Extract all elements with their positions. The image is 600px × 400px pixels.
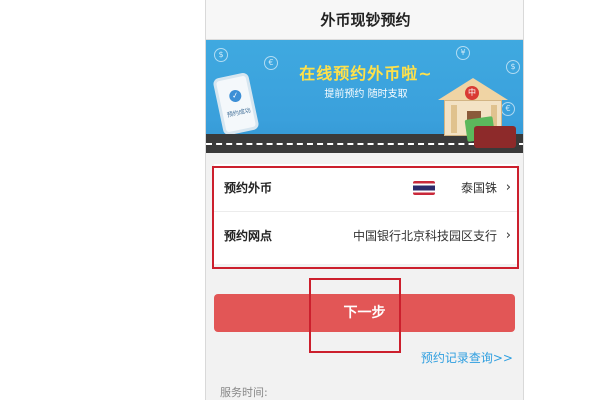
currency-label: 预约外币	[224, 181, 273, 195]
chevron-right-icon: ›	[505, 180, 511, 195]
currency-row[interactable]: 预约外币 泰国铢 ›	[214, 164, 517, 212]
coin-icon: ¥	[456, 46, 470, 60]
branch-label: 预约网点	[224, 229, 273, 243]
next-step-button[interactable]: 下一步	[214, 294, 515, 332]
currency-value: 泰国铢	[460, 181, 497, 195]
reservation-records-link[interactable]: 预约记录查询>>	[421, 349, 513, 366]
thailand-flag-icon	[413, 181, 435, 195]
coin-icon: €	[264, 56, 278, 70]
bank-logo-icon: 中	[465, 86, 479, 100]
banner-headline: 在线预约外币啦~	[299, 64, 433, 83]
wallet-illustration	[474, 126, 516, 148]
coin-icon: $	[214, 48, 228, 62]
phone-illustration: ✓ 预约成功	[212, 71, 260, 137]
phone-illustration-label: 预约成功	[226, 107, 252, 120]
banner-subline: 提前预约 随时支取	[324, 89, 408, 100]
reservation-form: 预约外币 泰国铢 › 预约网点 中国银行北京科技园区支行 ›	[214, 164, 517, 264]
service-time-label: 服务时间:	[220, 386, 268, 399]
coin-icon: $	[506, 60, 520, 74]
check-icon: ✓	[228, 88, 243, 104]
promo-banner[interactable]: $ € ¥ $ € 在线预约外币啦~ 提前预约 随时支取 ✓ 预约成功 中	[206, 40, 523, 153]
chevron-right-icon: ›	[505, 228, 511, 243]
branch-row[interactable]: 预约网点 中国银行北京科技园区支行 ›	[214, 212, 517, 260]
phone-screen: 外币现钞预约 $ € ¥ $ € 在线预约外币啦~ 提前预约 随时支取 ✓ 预约…	[205, 0, 524, 400]
page-title: 外币现钞预约	[206, 0, 523, 40]
branch-value: 中国银行北京科技园区支行	[352, 229, 497, 243]
bank-pillar	[451, 105, 457, 133]
